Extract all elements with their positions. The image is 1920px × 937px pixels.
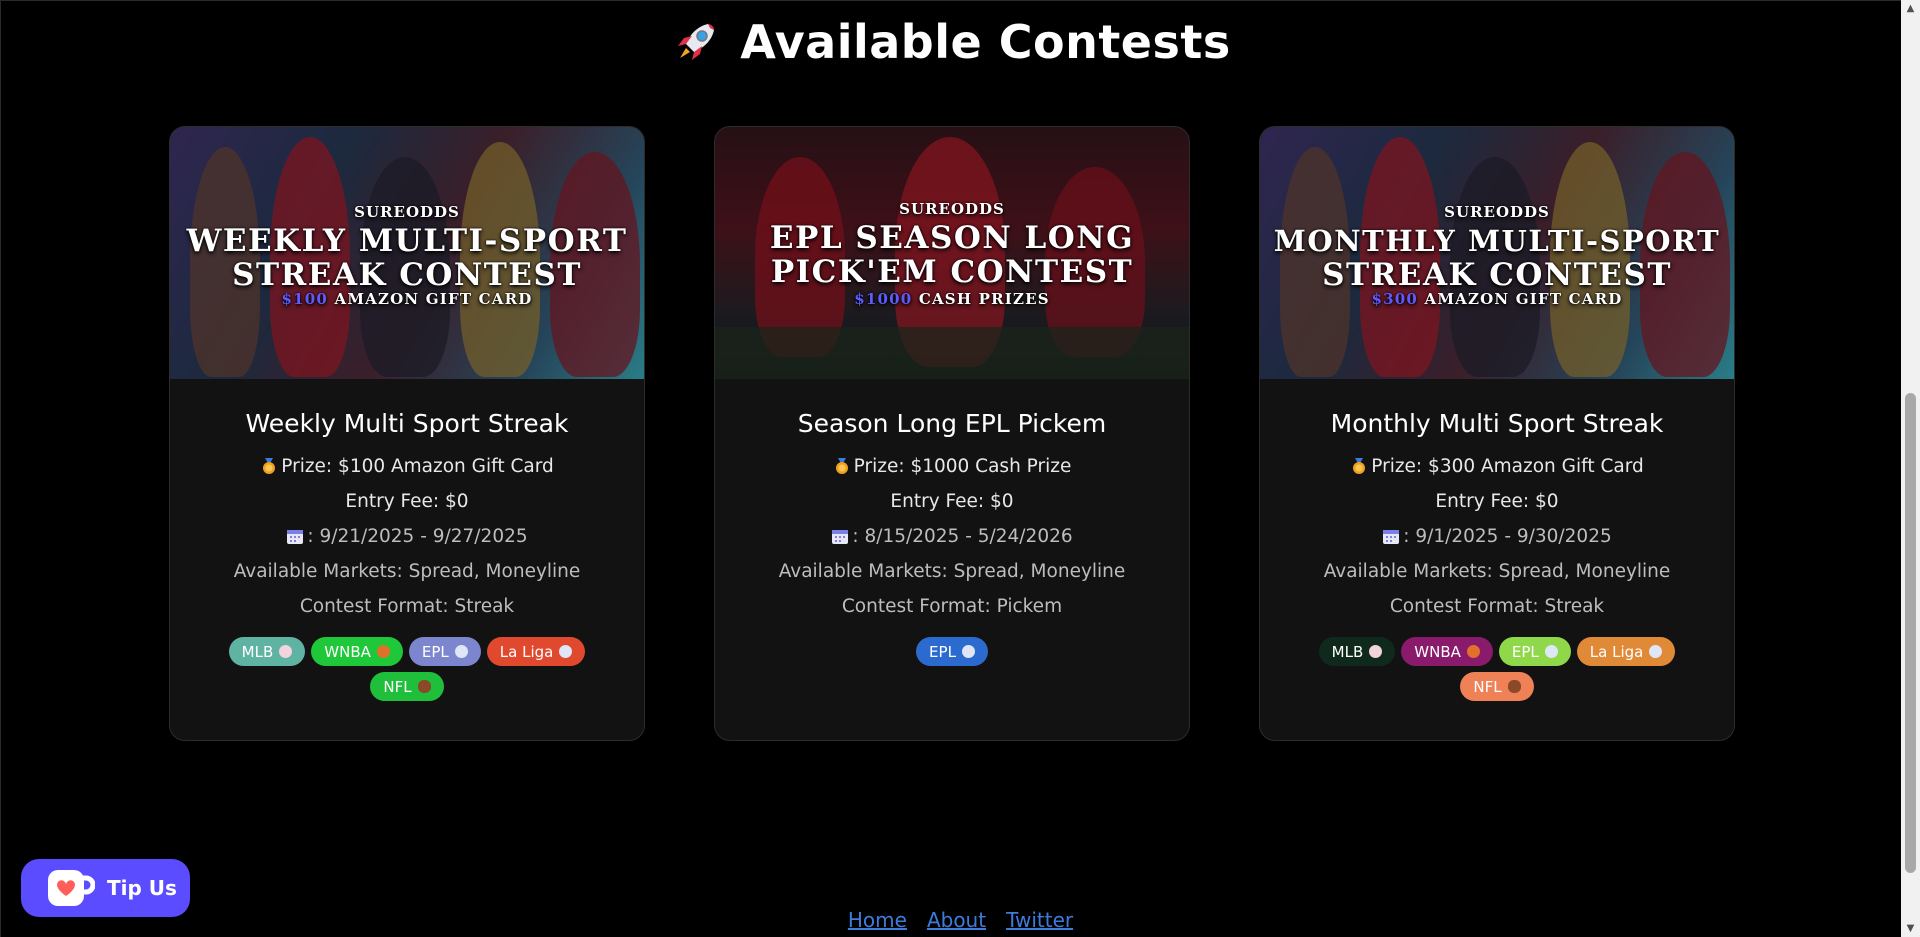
contest-dates: : 8/15/2025 - 5/24/2026: [715, 526, 1189, 547]
tag-epl[interactable]: EPL: [408, 637, 481, 666]
banner-title-line1: MONTHLY MULTI-SPORT: [1273, 224, 1721, 258]
soccer-ball-icon: [1544, 645, 1558, 658]
soccer-ball-icon: [454, 645, 468, 658]
contest-prize: Prize: $300 Amazon Gift Card: [1260, 456, 1734, 477]
banner-title-line2: PICK'EM CONTEST: [770, 254, 1134, 290]
banner-prize: $100 AMAZON GIFT CARD: [281, 290, 533, 308]
footer-link-about[interactable]: About: [927, 908, 986, 932]
tag-la-liga[interactable]: La Liga: [486, 637, 586, 666]
tag-nfl[interactable]: NFL: [370, 672, 444, 701]
calendar-icon: [832, 530, 849, 544]
calendar-icon: [1383, 530, 1400, 544]
contest-entry-fee: Entry Fee: $0: [890, 491, 1014, 512]
contest-format: Contest Format: Streak: [1389, 596, 1605, 617]
page: Available Contests SUREODDS WEEKLY MULTI…: [0, 0, 1901, 937]
soccer-ball-icon: [1649, 645, 1663, 658]
tag-wnba[interactable]: WNBA: [311, 637, 403, 666]
baseball-icon: [1369, 645, 1383, 658]
rocket-icon: [678, 24, 715, 60]
tip-us-label: Tip Us: [107, 876, 177, 900]
contest-title: Monthly Multi Sport Streak: [1330, 409, 1664, 438]
banner-prize: $1000 CASH PRIZES: [854, 290, 1050, 308]
kofi-cup-icon: [48, 870, 95, 906]
banner-title-line2: STREAK CONTEST: [1322, 257, 1672, 293]
contest-entry-fee: Entry Fee: $0: [345, 491, 469, 512]
football-icon: [417, 680, 431, 693]
basketball-icon: [376, 645, 390, 658]
tag-nfl[interactable]: NFL: [1460, 672, 1534, 701]
sport-tags: EPL: [742, 637, 1162, 666]
contest-card-epl[interactable]: SUREODDS EPL SEASON LONG PICK'EM CONTEST…: [714, 126, 1190, 741]
banner-brand: SUREODDS: [899, 200, 1005, 218]
contest-title: Season Long EPL Pickem: [797, 409, 1107, 438]
calendar-icon: [287, 530, 304, 544]
sport-tags: MLB WNBA EPL La Liga NFL: [1287, 637, 1707, 701]
tag-mlb[interactable]: MLB: [1318, 637, 1396, 666]
tag-wnba[interactable]: WNBA: [1401, 637, 1493, 666]
scroll-up-arrow-icon[interactable]: ▲: [1901, 0, 1920, 17]
tag-epl[interactable]: EPL: [916, 637, 988, 666]
contest-dates: : 9/1/2025 - 9/30/2025: [1260, 526, 1734, 547]
soccer-ball-icon: [961, 645, 975, 658]
banner-brand: SUREODDS: [354, 203, 460, 221]
page-title: Available Contests: [740, 15, 1231, 69]
contest-title: Weekly Multi Sport Streak: [245, 409, 569, 438]
contest-prize: Prize: $1000 Cash Prize: [715, 456, 1189, 477]
footer-link-twitter[interactable]: Twitter: [1006, 908, 1073, 932]
football-icon: [1507, 680, 1521, 693]
contest-banner: SUREODDS WEEKLY MULTI-SPORT STREAK CONTE…: [170, 127, 644, 379]
sport-tags: MLB WNBA EPL La Liga NFL: [197, 637, 617, 701]
medal-icon: [835, 458, 848, 474]
contest-card-monthly[interactable]: SUREODDS MONTHLY MULTI-SPORT STREAK CONT…: [1259, 126, 1735, 741]
footer-link-home[interactable]: Home: [848, 908, 907, 932]
contest-entry-fee: Entry Fee: $0: [1435, 491, 1559, 512]
soccer-ball-icon: [559, 645, 573, 658]
basketball-icon: [1466, 645, 1480, 658]
tag-epl[interactable]: EPL: [1498, 637, 1571, 666]
footer-nav: Home About Twitter: [1, 908, 1902, 932]
banner-prize: $300 AMAZON GIFT CARD: [1371, 290, 1623, 308]
banner-title-line1: WEEKLY MULTI-SPORT: [186, 223, 628, 259]
contest-format: Contest Format: Streak: [299, 596, 515, 617]
vertical-scrollbar[interactable]: ▲ ▼: [1901, 0, 1920, 937]
contest-banner: SUREODDS MONTHLY MULTI-SPORT STREAK CONT…: [1260, 127, 1734, 379]
medal-icon: [263, 458, 276, 474]
contest-dates: : 9/21/2025 - 9/27/2025: [170, 526, 644, 547]
page-heading: Available Contests: [1, 15, 1902, 69]
tag-mlb[interactable]: MLB: [228, 637, 306, 666]
scroll-down-arrow-icon[interactable]: ▼: [1901, 920, 1920, 937]
contest-card-weekly[interactable]: SUREODDS WEEKLY MULTI-SPORT STREAK CONTE…: [169, 126, 645, 741]
contest-banner: SUREODDS EPL SEASON LONG PICK'EM CONTEST…: [715, 127, 1189, 379]
contest-markets: Available Markets: Spread, Moneyline: [233, 561, 581, 582]
banner-title-line1: EPL SEASON LONG: [769, 220, 1135, 256]
baseball-icon: [279, 645, 293, 658]
banner-title-line2: STREAK CONTEST: [232, 257, 582, 293]
contest-format: Contest Format: Pickem: [841, 596, 1063, 617]
tag-la-liga[interactable]: La Liga: [1576, 637, 1676, 666]
medal-icon: [1353, 458, 1366, 474]
contest-markets: Available Markets: Spread, Moneyline: [1323, 561, 1671, 582]
contest-prize: Prize: $100 Amazon Gift Card: [170, 456, 644, 477]
scrollbar-thumb[interactable]: [1905, 393, 1916, 873]
contest-markets: Available Markets: Spread, Moneyline: [778, 561, 1126, 582]
banner-brand: SUREODDS: [1444, 203, 1550, 221]
